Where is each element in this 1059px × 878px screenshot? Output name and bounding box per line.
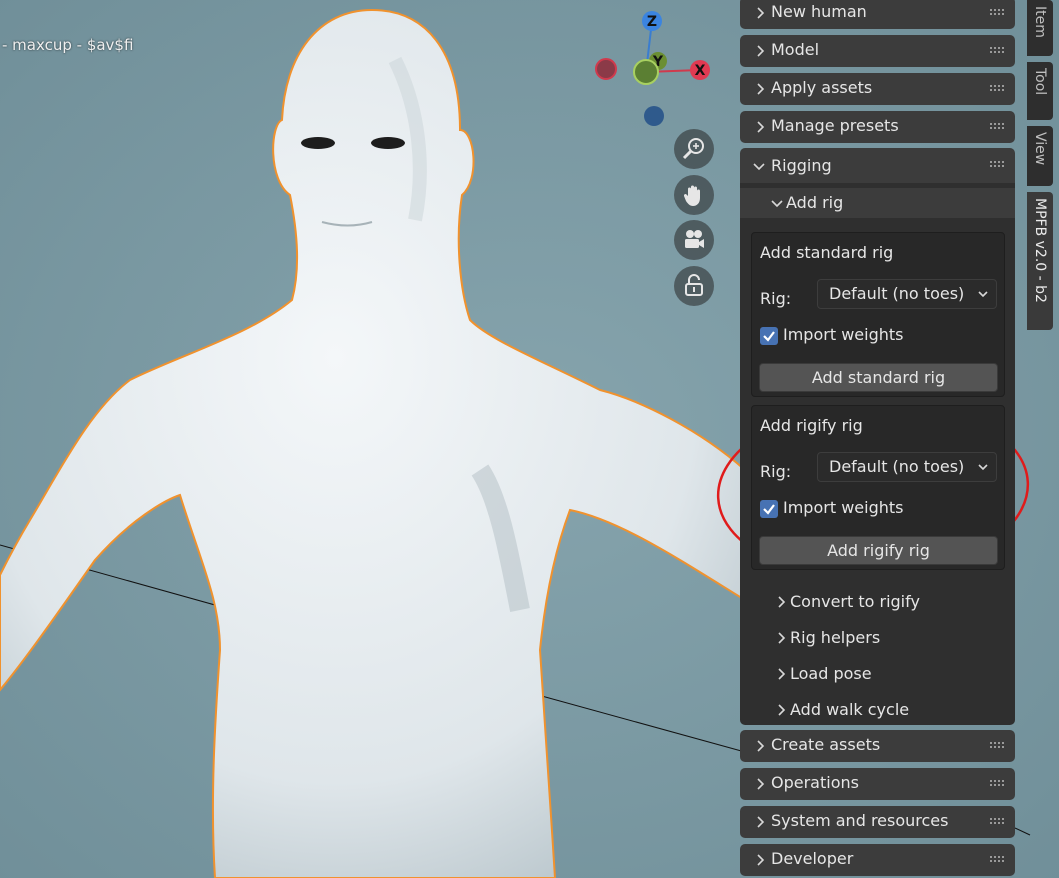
select-value: Default (no toes) (829, 457, 965, 476)
import-weights-checkbox[interactable] (760, 327, 778, 345)
section-rigging[interactable]: Rigging (740, 148, 1015, 188)
drag-handle-icon[interactable] (990, 818, 1005, 824)
pan-hand-icon (683, 185, 700, 206)
tab-item[interactable]: Item (1027, 0, 1053, 56)
chevron-right-icon (778, 596, 786, 608)
pan-button[interactable] (674, 175, 714, 215)
section-label: Manage presets (771, 116, 899, 135)
sidebar-tabs: Item Tool View MPFB v2.0 - b2 (1027, 0, 1053, 340)
zoom-icon (682, 138, 704, 160)
chevron-down-icon (771, 200, 783, 208)
chevron-down-icon (753, 163, 765, 171)
import-weights-label[interactable]: Import weights (783, 498, 903, 517)
tab-label: Tool (1032, 68, 1048, 96)
subsection-label: Add rig (786, 193, 844, 212)
section-system-and-resources[interactable]: System and resources (740, 806, 1015, 838)
section-model[interactable]: Model (740, 35, 1015, 67)
chevron-right-icon (778, 704, 786, 716)
subsection-label: Add walk cycle (790, 700, 910, 719)
rig-label: Rig: (760, 289, 792, 308)
section-label: Model (771, 40, 820, 59)
section-manage-presets[interactable]: Manage presets (740, 111, 1015, 143)
drag-handle-icon[interactable] (990, 47, 1005, 53)
box-title: Add rigify rig (760, 416, 863, 435)
rig-label: Rig: (760, 462, 792, 481)
drag-handle-icon[interactable] (990, 161, 1005, 167)
gizmo-neg-z-axis[interactable] (644, 106, 664, 126)
import-weights-label[interactable]: Import weights (783, 325, 903, 344)
gizmo-z-label: Z (647, 14, 657, 30)
lock-icon (685, 274, 703, 296)
chevron-right-icon (757, 121, 765, 133)
navigation-gizmo[interactable]: Z Y X (590, 8, 718, 136)
section-label: Create assets (771, 735, 881, 754)
viewport-overlay-text: - maxcup - $av$fi (2, 36, 134, 54)
section-operations[interactable]: Operations (740, 768, 1015, 800)
checkmark-icon (763, 504, 775, 515)
right-eye (371, 137, 405, 149)
chevron-right-icon (778, 668, 786, 680)
subsection-label: Rig helpers (790, 628, 881, 647)
drag-handle-icon[interactable] (990, 856, 1005, 862)
chevron-right-icon (757, 45, 765, 57)
box-title: Add standard rig (760, 243, 894, 262)
section-label: Developer (771, 849, 854, 868)
gizmo-neg-y-axis[interactable] (633, 59, 659, 85)
standard-rig-select[interactable]: Default (no toes) (817, 279, 997, 309)
gizmo-neg-x-axis[interactable] (595, 58, 617, 80)
gizmo-x-label: X (695, 63, 706, 79)
drag-handle-icon[interactable] (990, 780, 1005, 786)
section-new-human[interactable]: New human (740, 0, 1015, 29)
chevron-right-icon (757, 778, 765, 790)
drag-handle-icon[interactable] (990, 742, 1005, 748)
lock-camera-button[interactable] (674, 266, 714, 306)
tab-label: MPFB v2.0 - b2 (1032, 198, 1048, 303)
camera-icon (685, 230, 704, 248)
section-create-assets[interactable]: Create assets (740, 730, 1015, 762)
chevron-right-icon (757, 740, 765, 752)
chevron-down-icon (978, 291, 988, 298)
section-label: New human (771, 2, 867, 21)
add-rigify-rig-button[interactable]: Add rigify rig (759, 536, 998, 565)
left-eye (301, 137, 335, 149)
section-label: Rigging (771, 156, 832, 175)
add-rigify-rig-box: Add rigify rig Rig: Default (no toes) Im… (751, 405, 1005, 570)
tab-label: Item (1032, 6, 1048, 38)
drag-handle-icon[interactable] (990, 9, 1005, 15)
subsection-label: Convert to rigify (790, 592, 920, 611)
drag-handle-icon[interactable] (990, 85, 1005, 91)
subsection-label: Load pose (790, 664, 872, 683)
zoom-button[interactable] (674, 129, 714, 169)
section-label: Operations (771, 773, 859, 792)
import-weights-checkbox[interactable] (760, 500, 778, 518)
section-developer[interactable]: Developer (740, 844, 1015, 876)
add-standard-rig-box: Add standard rig Rig: Default (no toes) … (751, 232, 1005, 397)
chevron-right-icon (757, 7, 765, 19)
tab-view[interactable]: View (1027, 126, 1053, 186)
tab-tool[interactable]: Tool (1027, 62, 1053, 120)
sidebar-panel: New human Model Apply assets Manage pres… (738, 0, 1017, 878)
chevron-right-icon (778, 632, 786, 644)
drag-handle-icon[interactable] (990, 123, 1005, 129)
tab-label: View (1032, 132, 1048, 166)
chevron-down-icon (978, 464, 988, 471)
checkmark-icon (763, 331, 775, 342)
section-apply-assets[interactable]: Apply assets (740, 73, 1015, 105)
chevron-right-icon (757, 816, 765, 828)
chevron-right-icon (757, 83, 765, 95)
add-standard-rig-button[interactable]: Add standard rig (759, 363, 998, 392)
tab-mpfb[interactable]: MPFB v2.0 - b2 (1027, 192, 1053, 330)
chevron-right-icon (757, 854, 765, 866)
rigify-rig-select[interactable]: Default (no toes) (817, 452, 997, 482)
camera-view-button[interactable] (674, 220, 714, 260)
section-label: System and resources (771, 811, 949, 830)
section-label: Apply assets (771, 78, 873, 97)
select-value: Default (no toes) (829, 284, 965, 303)
